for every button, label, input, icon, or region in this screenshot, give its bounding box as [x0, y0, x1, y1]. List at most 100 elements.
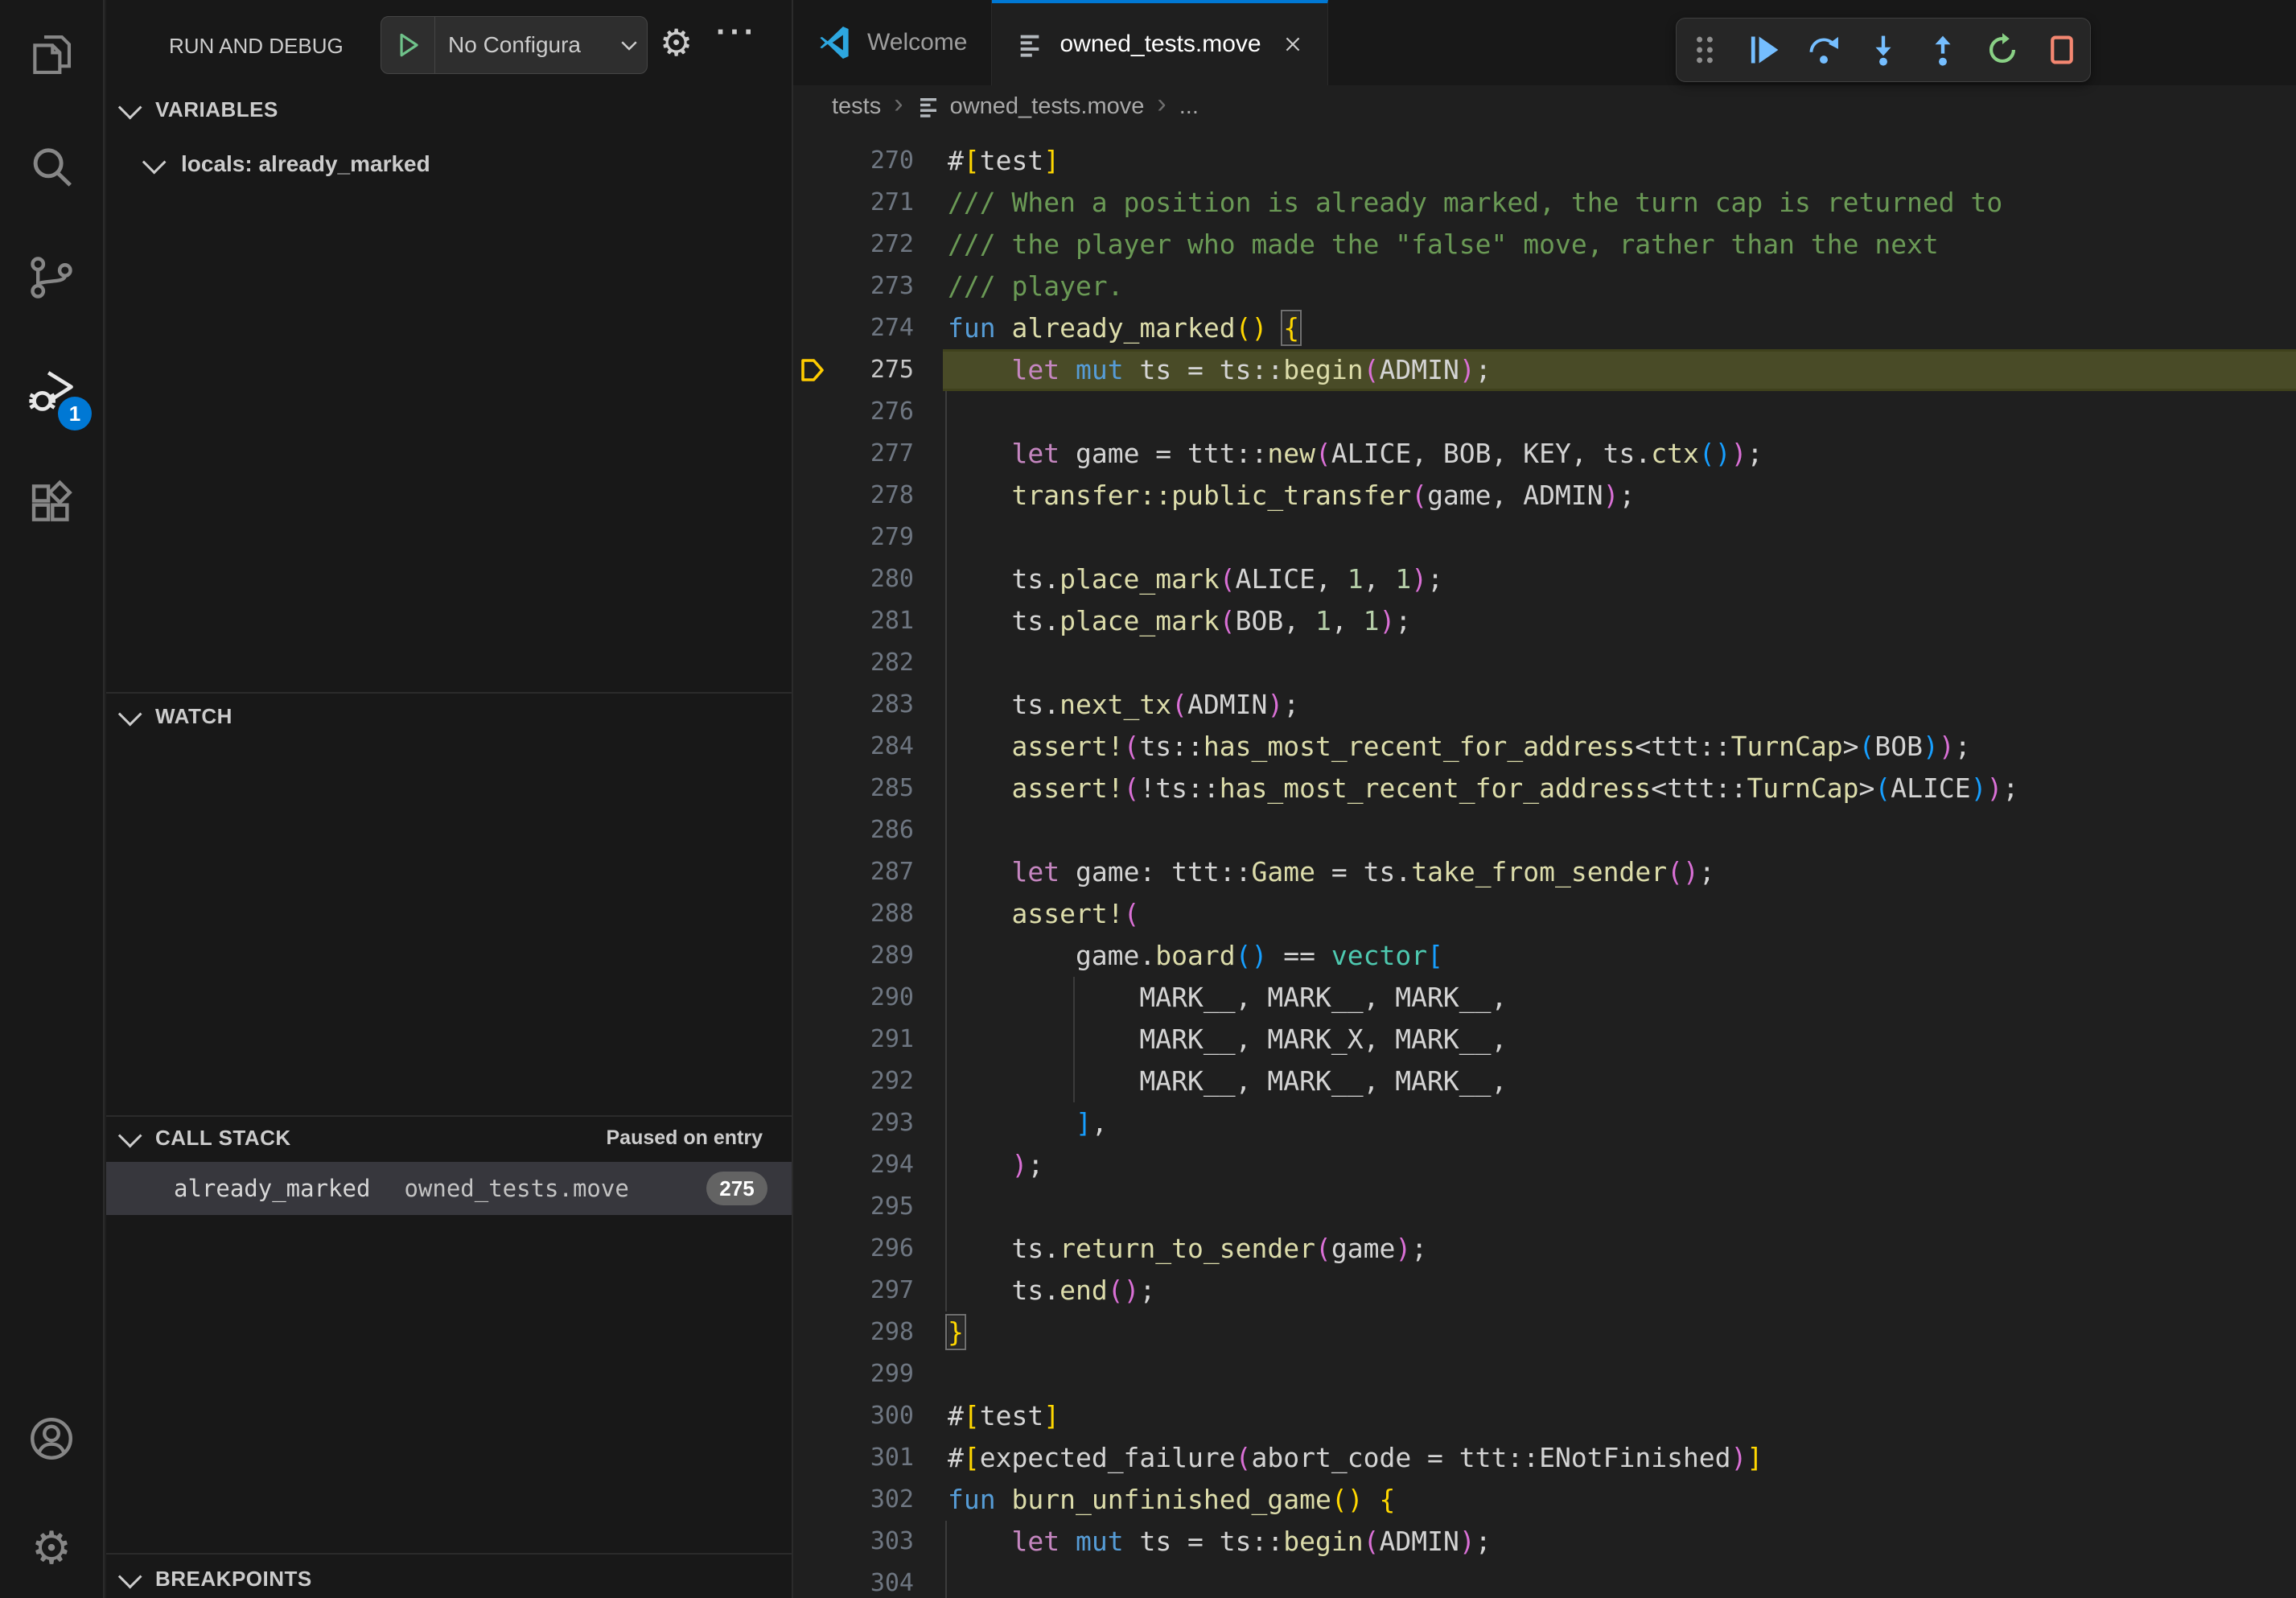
indent-guide [945, 517, 947, 558]
editor-gutter[interactable]: 288 [793, 893, 943, 935]
editor-gutter[interactable]: 284 [793, 726, 943, 768]
editor-gutter[interactable]: 285 [793, 768, 943, 809]
more-actions-icon[interactable]: ··· [716, 14, 758, 51]
code-line-content: assert!(!ts::has_most_recent_for_address… [943, 768, 2296, 809]
debug-continue-button[interactable] [1746, 31, 1783, 68]
editor-gutter[interactable]: 272 [793, 224, 943, 266]
line-number: 272 [838, 224, 914, 266]
chevron-down-icon [118, 95, 142, 119]
editor-gutter[interactable]: 293 [793, 1102, 943, 1144]
code-line: 295 [793, 1186, 2296, 1228]
activity-bar-item-source-control[interactable] [0, 226, 103, 329]
activity-bar-item-account[interactable] [0, 1387, 103, 1490]
code-line: 289 game.board() == vector[ [793, 935, 2296, 977]
activity-bar: 1⚙ [0, 0, 105, 1598]
line-number: 281 [838, 600, 914, 642]
editor-gutter[interactable]: 282 [793, 642, 943, 684]
editor-gutter[interactable]: 277 [793, 433, 943, 475]
editor-gutter[interactable]: 297 [793, 1270, 943, 1312]
debug-toolbar [1676, 18, 2091, 82]
editor-gutter[interactable]: 276 [793, 391, 943, 433]
activity-bar-item-settings-gear[interactable]: ⚙ [0, 1497, 103, 1598]
code-line: 292 MARK__, MARK__, MARK__, [793, 1061, 2296, 1102]
editor-gutter[interactable]: 299 [793, 1353, 943, 1395]
editor-gutter[interactable]: 303 [793, 1521, 943, 1563]
editor-gutter[interactable]: 278 [793, 475, 943, 517]
code-line: 281 ts.place_mark(BOB, 1, 1); [793, 600, 2296, 642]
tab-welcome[interactable]: Welcome [793, 0, 992, 85]
editor-gutter[interactable]: 298 [793, 1312, 943, 1353]
debug-restart-button[interactable] [1984, 31, 2021, 68]
editor-gutter[interactable]: 273 [793, 266, 943, 307]
code-line-content: ); [943, 1144, 2296, 1186]
editor-gutter[interactable]: 300 [793, 1395, 943, 1437]
close-icon[interactable] [1282, 34, 1303, 55]
debug-settings-gear-icon[interactable]: ⚙ [660, 21, 693, 64]
breakpoints-section-header[interactable]: BREAKPOINTS [106, 1559, 792, 1598]
activity-bar-item-extensions[interactable] [0, 451, 103, 554]
call-stack-frame-row[interactable]: already_marked owned_tests.move 275 [106, 1162, 792, 1215]
code-line-content: let mut ts = ts::begin(ADMIN); [943, 349, 2296, 391]
debug-grip-button[interactable] [1686, 31, 1723, 68]
variables-scope-locals[interactable]: locals: already_marked [106, 145, 792, 183]
tab-owned-tests-move[interactable]: owned_tests.move [992, 0, 1327, 85]
activity-bar-item-files[interactable] [0, 3, 103, 106]
breadcrumb-separator-icon: › [1157, 90, 1166, 117]
call-stack-section-header[interactable]: CALL STACK Paused on entry [106, 1120, 792, 1155]
start-debugging-icon[interactable] [381, 17, 435, 73]
editor-gutter[interactable]: 289 [793, 935, 943, 977]
activity-bar-item-search[interactable] [0, 116, 103, 219]
debug-step-over-button[interactable] [1805, 31, 1842, 68]
editor-gutter[interactable]: 302 [793, 1479, 943, 1521]
breadcrumb-item[interactable]: tests [832, 93, 881, 120]
launch-configuration-dropdown[interactable]: No Configura [381, 16, 648, 74]
editor-gutter[interactable]: 291 [793, 1019, 943, 1061]
step-into-icon [1866, 32, 1901, 68]
editor-gutter[interactable]: 304 [793, 1563, 943, 1598]
code-line-content: /// the player who made the "false" move… [943, 224, 2296, 266]
editor-gutter[interactable]: 279 [793, 517, 943, 558]
breadcrumb-item[interactable]: owned_tests.move [950, 93, 1145, 120]
debug-step-out-button[interactable] [1924, 31, 1961, 68]
indent-guide [945, 642, 947, 684]
line-number: 276 [838, 391, 914, 433]
editor-gutter[interactable]: 270 [793, 140, 943, 182]
code-line: 273/// player. [793, 266, 2296, 307]
line-number: 279 [838, 517, 914, 558]
editor-gutter[interactable]: 286 [793, 809, 943, 851]
variables-section-header[interactable]: VARIABLES [106, 90, 792, 129]
editor-gutter[interactable]: 296 [793, 1228, 943, 1270]
debug-step-into-button[interactable] [1865, 31, 1902, 68]
line-number: 296 [838, 1228, 914, 1270]
code-line: 278 transfer::public_transfer(game, ADMI… [793, 475, 2296, 517]
line-number: 303 [838, 1521, 914, 1563]
editor-gutter[interactable]: 271 [793, 182, 943, 224]
editor-gutter[interactable]: 294 [793, 1144, 943, 1186]
editor-gutter[interactable]: 292 [793, 1061, 943, 1102]
breadcrumb-item[interactable]: ... [1179, 93, 1199, 120]
line-number: 277 [838, 433, 914, 475]
code-line-content: ts.next_tx(ADMIN); [943, 684, 2296, 726]
vscode-window: 1⚙ RUN AND DEBUG No Configura ⚙ ··· VARI… [0, 0, 2296, 1598]
locals-scope-label: locals: already_marked [181, 151, 430, 177]
editor-gutter[interactable]: 275 [793, 349, 943, 391]
editor-gutter[interactable]: 283 [793, 684, 943, 726]
debug-stop-button[interactable] [2043, 31, 2080, 68]
editor-gutter[interactable]: 295 [793, 1186, 943, 1228]
editor-gutter[interactable]: 274 [793, 307, 943, 349]
code-line-content: assert!(ts::has_most_recent_for_address<… [943, 726, 2296, 768]
watch-section-header[interactable]: WATCH [106, 697, 792, 735]
code-line: 291 MARK__, MARK_X, MARK__, [793, 1019, 2296, 1061]
editor-gutter[interactable]: 280 [793, 558, 943, 600]
code-line-content: ], [943, 1102, 2296, 1144]
code-line: 285 assert!(!ts::has_most_recent_for_add… [793, 768, 2296, 809]
move-file-icon [916, 94, 940, 118]
activity-bar-item-debug[interactable]: 1 [0, 340, 103, 443]
editor-gutter[interactable]: 287 [793, 851, 943, 893]
editor-gutter[interactable]: 290 [793, 977, 943, 1019]
editor-gutter[interactable]: 301 [793, 1437, 943, 1479]
editor-gutter[interactable]: 281 [793, 600, 943, 642]
code-line: 283 ts.next_tx(ADMIN); [793, 684, 2296, 726]
code-line-content [943, 517, 2296, 558]
code-line-content: game.board() == vector[ [943, 935, 2296, 977]
